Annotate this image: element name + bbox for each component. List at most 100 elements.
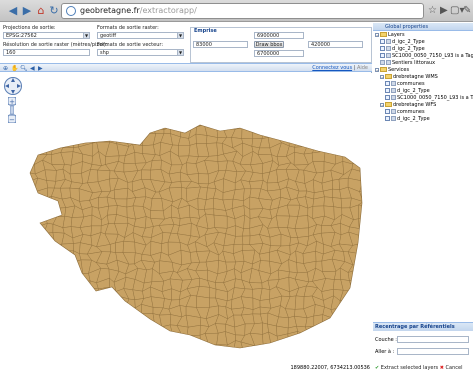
proj-select[interactable]: EPSG:27562 ▼	[3, 32, 90, 39]
brittany-communes-map[interactable]	[0, 73, 372, 372]
expand-toggle-icon[interactable]: −	[375, 32, 379, 37]
tree-node[interactable]: communes	[385, 109, 425, 115]
tree-node[interactable]: d_igc_2_Type	[385, 88, 430, 94]
global-properties-header[interactable]: Global properties	[373, 23, 473, 31]
tree-node[interactable]: SC1000_0050_7150_L93 is a Tagged m	[380, 53, 473, 59]
commune-cell	[18, 307, 28, 318]
tree-node[interactable]: d_igc_2_Type	[380, 39, 425, 45]
expand-toggle-icon[interactable]: −	[375, 67, 379, 72]
home-icon[interactable]: ⌂	[34, 4, 48, 18]
layer-checkbox[interactable]	[380, 46, 385, 51]
commune-cell	[207, 344, 218, 348]
zoom-in-icon[interactable]: 🔍︎	[20, 65, 28, 72]
commune-cell	[33, 279, 45, 291]
commune-cell	[288, 98, 294, 109]
commune-cell	[9, 237, 18, 245]
layer-checkbox[interactable]	[385, 88, 390, 93]
aide-link[interactable]: Aide	[357, 65, 368, 71]
url-bar[interactable]: geobretagne.fr/extractorapp/	[61, 3, 424, 19]
commune-cell	[223, 359, 236, 372]
history-back-icon[interactable]: ◀	[30, 65, 35, 72]
commune-cell	[115, 79, 124, 91]
tree-node[interactable]: communes	[385, 81, 425, 87]
layer-checkbox[interactable]	[385, 109, 390, 114]
wrench-icon[interactable]: ✎	[463, 4, 471, 18]
res-value: 160	[6, 50, 16, 56]
pan-hand-icon[interactable]: ✋	[11, 65, 18, 72]
west-input[interactable]: 83000	[193, 41, 248, 48]
tree-node[interactable]: − Services	[375, 67, 409, 73]
tree-node[interactable]: − drebretagne WFS	[380, 102, 436, 108]
vector-select[interactable]: shp ▼	[97, 49, 184, 56]
commune-cell	[340, 143, 355, 154]
map-view[interactable]: + − 189880.22007, 6734213.00536	[0, 73, 372, 372]
commune-cell	[349, 92, 362, 103]
north-input[interactable]: 6900000	[254, 32, 304, 39]
cancel-button[interactable]: Cancel	[446, 365, 463, 371]
tree-node[interactable]: − Layers	[375, 32, 405, 38]
tree-node[interactable]: Sentiers littoraux	[380, 60, 435, 66]
connect-link[interactable]: Connectez vous	[312, 65, 352, 71]
commune-cell	[114, 125, 128, 126]
commune-cell	[307, 125, 315, 131]
commune-cell	[69, 299, 82, 308]
commune-cell	[0, 126, 11, 134]
raster-select[interactable]: geotiff ▼	[97, 32, 184, 39]
couche-select[interactable]	[397, 336, 469, 343]
history-forward-icon[interactable]: ▶	[38, 65, 43, 72]
extraction-form: Projections de sortie: EPSG:27562 ▼ Réso…	[0, 23, 372, 63]
layer-icon[interactable]	[380, 60, 385, 65]
layer-checkbox[interactable]	[385, 81, 390, 86]
commune-cell	[78, 332, 90, 344]
commune-cell	[106, 73, 120, 84]
tree-node[interactable]: d_igc_2_Type	[385, 116, 430, 122]
east-input[interactable]: 420000	[308, 41, 363, 48]
commune-cell	[257, 147, 272, 156]
back-arrow-icon[interactable]: ◀	[6, 4, 20, 18]
commune-cell	[16, 133, 29, 145]
commune-cell	[34, 317, 47, 323]
commune-cell	[350, 341, 360, 348]
commune-cell	[187, 75, 197, 80]
commune-cell	[0, 191, 12, 199]
tree-node-label: SC1000_0050_7150_L93 is a Tagged m	[392, 53, 473, 59]
commune-cell	[53, 135, 64, 148]
commune-cell	[366, 243, 372, 253]
layer-checkbox[interactable]	[385, 116, 390, 121]
play-icon[interactable]: ▶	[440, 4, 448, 18]
expand-toggle-icon[interactable]: −	[380, 74, 384, 79]
tree-node[interactable]: d_igc_2_Type	[380, 46, 425, 52]
commune-cell	[295, 353, 307, 361]
aller-input[interactable]	[397, 348, 469, 355]
res-input[interactable]: 160	[3, 49, 90, 56]
commune-cell	[34, 233, 47, 244]
south-input[interactable]: 6700000	[254, 50, 304, 57]
reload-icon[interactable]: ↻	[47, 4, 61, 18]
layer-checkbox[interactable]	[380, 39, 385, 44]
commune-cell	[367, 206, 372, 217]
chevron-down-icon[interactable]: ▼	[177, 50, 183, 55]
commune-cell	[321, 314, 335, 327]
tree-node[interactable]: SC1000_0050_7150_L93 is a Tagge	[385, 95, 473, 101]
commune-cell	[117, 352, 129, 361]
pan-control[interactable]	[4, 77, 22, 95]
chevron-down-icon[interactable]: ▼	[83, 33, 89, 38]
commune-cell	[197, 89, 207, 99]
chevron-down-icon[interactable]: ▼	[177, 33, 183, 38]
bookmark-star-icon[interactable]: ☆	[428, 4, 437, 18]
layer-checkbox[interactable]	[385, 95, 390, 100]
commune-cell	[8, 279, 16, 292]
draw-bbox-button[interactable]: Draw bbox	[254, 41, 284, 48]
extract-button[interactable]: Extract selected layers	[381, 365, 438, 371]
forward-arrow-icon[interactable]: ▶	[20, 4, 34, 18]
tree-node[interactable]: − drebretagne WMS	[380, 74, 438, 80]
commune-cell	[196, 109, 207, 119]
commune-cell	[179, 90, 192, 99]
expand-toggle-icon[interactable]: −	[380, 102, 384, 107]
zoom-bar[interactable]: + −	[8, 97, 16, 123]
commune-cell	[361, 155, 362, 166]
commune-cell	[0, 269, 10, 282]
zoom-extent-icon[interactable]: ⊕	[3, 65, 8, 72]
layer-checkbox[interactable]	[380, 53, 385, 58]
commune-cell	[358, 286, 362, 302]
